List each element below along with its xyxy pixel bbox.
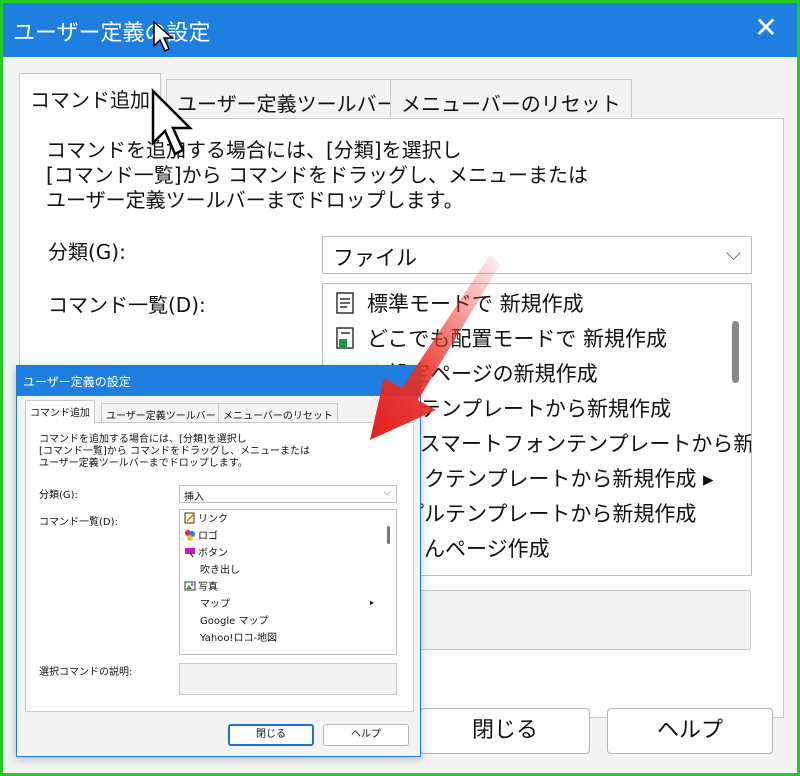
scrollbar-thumb[interactable] — [387, 526, 390, 544]
list-item-label: 写真 — [198, 582, 218, 593]
list-item-label: 吹き出し — [200, 565, 240, 576]
red-arrow-icon — [370, 255, 500, 440]
command-list-label: コマンド一覧(D): — [39, 517, 118, 528]
command-list[interactable]: リンク ロゴ ボタン 吹き出し 写真 マップ ▸ Google マップ Yaho… — [179, 509, 397, 655]
list-item[interactable]: Google マップ — [200, 613, 268, 630]
help-button[interactable]: ヘルプ — [607, 708, 773, 754]
help-button[interactable]: ヘルプ — [323, 724, 409, 746]
submenu-arrow-icon: ▸ — [370, 598, 375, 607]
mouse-cursor-icon — [153, 20, 174, 53]
list-item-label: Yahoo!ロコ-地図 — [200, 633, 278, 644]
link-icon — [184, 512, 196, 524]
scrollbar-thumb[interactable] — [732, 321, 739, 383]
dialog-title: ユーザー定義の設定 — [13, 21, 211, 46]
tab-add-command[interactable]: コマンド追加 — [19, 73, 161, 120]
list-item[interactable]: ックテンプレートから新規作成 ▸ — [403, 462, 714, 496]
tab-add-command[interactable]: コマンド追加 — [25, 400, 95, 424]
category-label: 分類(G): — [48, 240, 126, 264]
category-value: 挿入 — [184, 492, 204, 503]
button-icon — [184, 546, 196, 558]
dialog-title: ユーザー定義の設定 — [23, 375, 131, 389]
tab-menubar-reset[interactable]: メニューバーのリセット — [218, 403, 338, 423]
close-button[interactable]: 閉じる — [420, 708, 590, 754]
list-item-label: Google マップ — [200, 616, 269, 627]
tab-user-toolbar[interactable]: ユーザー定義ツールバー — [101, 403, 221, 423]
logo-icon — [184, 529, 196, 541]
selected-command-label: 選択コマンドの説明: — [39, 667, 133, 678]
list-item[interactable]: Yahoo!ロコ-地図 — [200, 630, 277, 647]
list-item[interactable]: きんページ作成 — [403, 532, 550, 566]
mouse-cursor-icon — [151, 88, 194, 156]
title-bar: ユーザー定義の設定 ✕ — [3, 3, 797, 57]
list-item[interactable]: マップ — [200, 596, 230, 613]
list-item-label: きんページ作成 — [403, 537, 550, 561]
list-item-label: ロゴ — [198, 531, 218, 542]
instructions-text: コマンドを追加する場合には、[分類]を選択し [コマンド一覧]から コマンドをド… — [39, 434, 310, 469]
instructions-text: コマンドを追加する場合には、[分類]を選択し [コマンド一覧]から コマンドをド… — [46, 138, 588, 212]
list-item-label: マップ — [200, 599, 230, 610]
list-item[interactable]: 写真 — [184, 579, 218, 596]
list-item-label: ックテンプレートから新規作成 ▸ — [403, 467, 714, 491]
command-description-box — [406, 590, 751, 650]
list-item-label: ボタン — [198, 548, 228, 559]
list-item[interactable]: プルテンプレートから新規作成 — [403, 497, 696, 531]
list-item[interactable]: ロゴ — [184, 528, 218, 545]
list-item-label: リンク — [198, 514, 228, 525]
tab-menubar-reset[interactable]: メニューバーのリセット — [390, 79, 632, 119]
chevron-down-icon: ⌵ — [725, 241, 741, 265]
close-icon[interactable]: ✕ — [749, 11, 783, 45]
list-item[interactable]: リンク — [184, 511, 228, 528]
close-button[interactable]: 閉じる — [228, 724, 314, 746]
category-select[interactable]: 挿入 ⌵ — [179, 485, 397, 503]
photo-icon — [184, 580, 196, 592]
chevron-down-icon: ⌵ — [383, 487, 391, 498]
command-description-box — [179, 663, 397, 695]
tab-user-toolbar[interactable]: ユーザー定義ツールバー — [166, 79, 408, 119]
list-item[interactable]: 吹き出し — [200, 562, 240, 579]
list-item-label: プルテンプレートから新規作成 — [403, 502, 697, 526]
list-item[interactable]: ボタン — [184, 545, 228, 562]
tab-strip: コマンド追加 ユーザー定義ツールバー メニューバーのリセット — [19, 73, 784, 120]
command-list-label: コマンド一覧(D): — [48, 293, 206, 317]
category-label: 分類(G): — [39, 490, 78, 501]
